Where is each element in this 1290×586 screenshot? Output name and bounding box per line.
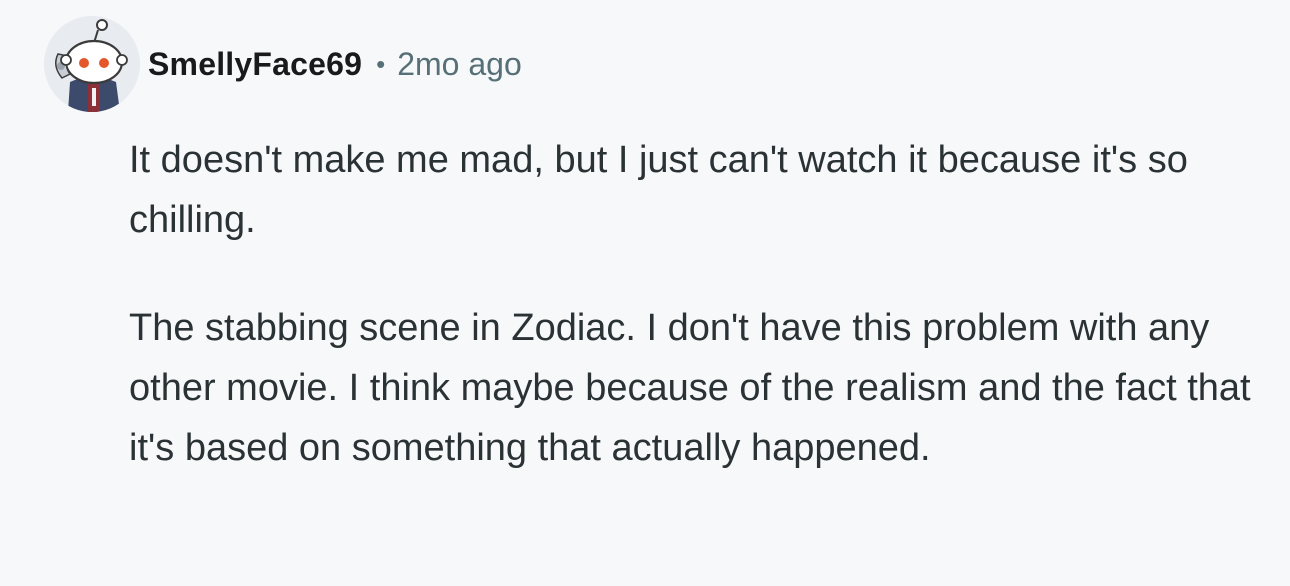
avatar[interactable] [44, 16, 140, 112]
comment-timestamp[interactable]: 2mo ago [397, 46, 522, 83]
meta-separator: • [376, 48, 386, 79]
comment-body: It doesn't make me mad, but I just can't… [129, 130, 1279, 478]
comment-author[interactable]: SmellyFace69 [148, 46, 362, 83]
snoo-avatar-icon [44, 16, 140, 112]
comment-paragraph: It doesn't make me mad, but I just can't… [129, 139, 1188, 241]
comment-header: SmellyFace69 • 2mo ago [44, 16, 522, 112]
comment: SmellyFace69 • 2mo ago It doesn't make m… [0, 0, 1290, 586]
comment-paragraph: The stabbing scene in Zodiac. I don't ha… [129, 307, 1251, 469]
